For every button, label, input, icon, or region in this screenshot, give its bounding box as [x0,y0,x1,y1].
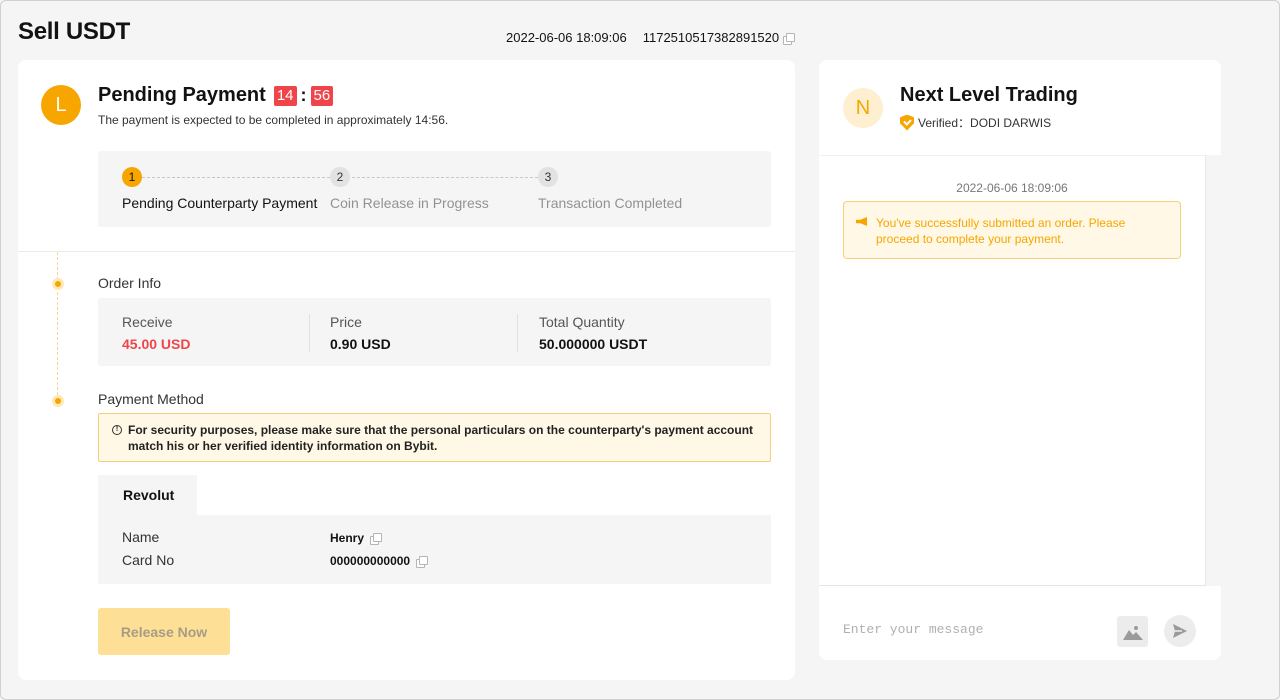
step-number: 1 [122,167,142,187]
step-number: 2 [330,167,350,187]
order-id: 1172510517382891520 [642,30,796,45]
image-icon [1122,625,1143,640]
payment-details: Name Henry Card No 000000000000 [98,515,771,584]
timer-separator: : [300,85,307,105]
copy-icon[interactable] [783,32,796,45]
card-label: Card No [122,552,175,568]
message-time: 2022-06-06 18:09:06 [956,181,1068,195]
tab-revolut[interactable]: Revolut [98,475,197,515]
upload-image-button[interactable] [1117,616,1148,647]
card-field: 000000000000 [330,554,429,568]
step-label: Pending Counterparty Payment [122,195,318,211]
system-message: You've successfully submitted an order. … [843,201,1181,259]
merchant-name: Next Level Trading [900,84,1078,106]
megaphone-icon [856,217,867,226]
payment-method-label: Payment Method [98,391,204,407]
receive-field: Receive 45.00 USD [122,314,190,352]
timer-seconds: 56 [310,85,334,106]
price-label: Price [330,314,362,330]
step-label: Coin Release in Progress [330,195,489,211]
timeline-line [57,252,58,400]
step-number: 3 [538,167,558,187]
copy-icon[interactable] [416,556,429,568]
progress-steps: 1 Pending Counterparty Payment 2 Coin Re… [98,151,771,227]
chat-panel: N Next Level Trading Verified：DODI DARWI… [819,60,1221,660]
status-title: Pending Payment 14 : 56 [98,84,334,107]
step-3: 3 Transaction Completed [538,167,682,211]
copy-icon[interactable] [370,533,383,545]
verified-text: Verified：DODI DARWIS [918,116,1052,130]
name-field: Henry [330,531,383,545]
order-id-value: 1172510517382891520 [642,30,780,45]
counterparty-avatar: L [41,85,81,125]
name-value: Henry [330,531,365,545]
quantity-value: 50.000000 USDT [539,336,648,352]
status-subtitle: The payment is expected to be completed … [98,113,449,127]
order-info-label: Order Info [98,275,162,291]
receive-value: 45.00 USD [122,336,191,352]
order-info-box: Receive 45.00 USD Price 0.90 USD Total Q… [98,298,771,366]
message-input[interactable] [843,622,1103,637]
timeline-dot [52,278,64,290]
order-card: L Pending Payment 14 : 56 The payment is… [18,60,795,680]
page-title: Sell USDT [18,18,130,45]
verified-badge: Verified：DODI DARWIS [900,114,1051,131]
merchant-avatar: N [843,88,883,128]
quantity-label: Total Quantity [539,314,625,330]
price-value: 0.90 USD [330,336,391,352]
step-label: Transaction Completed [538,195,683,211]
shield-icon [900,114,914,131]
system-message-text: You've successfully submitted an order. … [876,216,1126,246]
receive-label: Receive [122,314,173,330]
chat-scrollbar[interactable] [1205,155,1221,586]
quantity-field: Total Quantity 50.000000 USDT [539,314,647,352]
timeline-dot [52,395,64,407]
security-warning: ! For security purposes, please make sur… [98,413,771,462]
card-value: 000000000000 [330,554,411,568]
order-datetime: 2022-06-06 18:09:06 [506,30,627,45]
order-meta: 2022-06-06 18:09:06 1172510517382891520 [506,30,796,45]
timer-minutes: 14 [273,85,297,106]
release-now-button[interactable]: Release Now [98,608,230,655]
send-button[interactable] [1164,615,1196,647]
column-separator [517,314,518,352]
warning-text: For security purposes, please make sure … [128,423,754,453]
send-icon [1173,624,1187,638]
step-2: 2 Coin Release in Progress [330,167,489,211]
status-title-text: Pending Payment [98,84,266,106]
column-separator [309,314,310,352]
step-1: 1 Pending Counterparty Payment [122,167,317,211]
name-label: Name [122,529,160,545]
price-field: Price 0.90 USD [330,314,391,352]
info-icon: ! [112,425,122,435]
divider [18,251,795,252]
